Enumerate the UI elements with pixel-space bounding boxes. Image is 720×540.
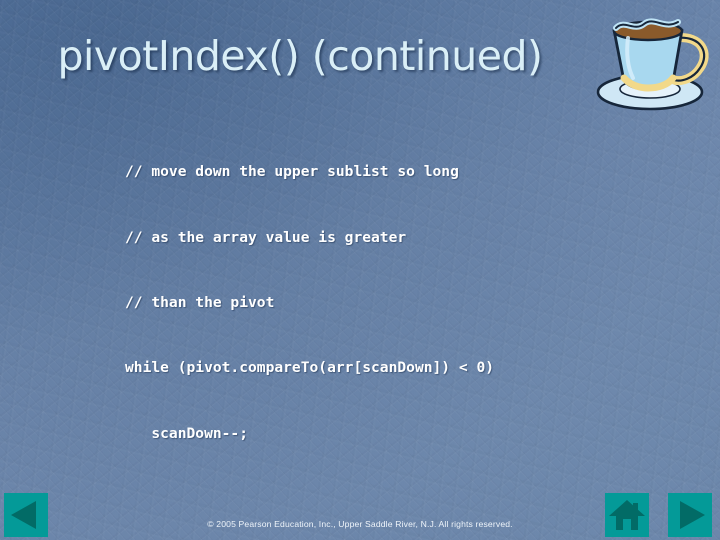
previous-slide-button[interactable] bbox=[4, 493, 48, 537]
code-line: while (pivot.compareTo(arr[scanDown]) < … bbox=[125, 359, 495, 377]
code-block: // move down the upper sublist so long /… bbox=[125, 118, 595, 489]
coffee-cup-icon bbox=[588, 2, 712, 114]
home-button[interactable] bbox=[605, 493, 649, 537]
code-line: // move down the upper sublist so long bbox=[125, 163, 459, 181]
code-line: // than the pivot bbox=[125, 293, 275, 311]
code-listing: // move down the upper sublist so long /… bbox=[125, 74, 595, 540]
next-slide-button[interactable] bbox=[668, 493, 712, 537]
slide-canvas: pivotIndex() (continued) // move down th… bbox=[0, 0, 720, 540]
code-line: scanDown--; bbox=[125, 424, 249, 442]
code-line: // as the array value is greater bbox=[125, 228, 407, 246]
